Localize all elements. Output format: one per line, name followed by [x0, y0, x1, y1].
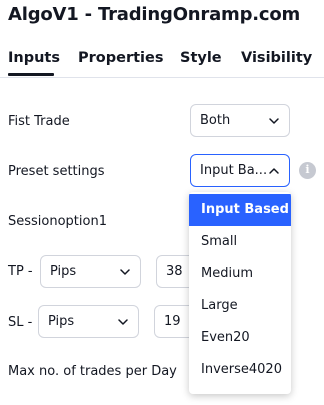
- chevron-down-icon: [120, 269, 130, 275]
- tp-unit-value: Pips: [50, 264, 77, 279]
- preset-settings-value: Input Ba...: [200, 163, 266, 178]
- tabs-divider: [0, 77, 324, 78]
- tp-value: 38: [166, 264, 183, 279]
- window-title: AlgoV1 - TradingOnramp.com: [8, 4, 301, 25]
- dropdown-option-input-based[interactable]: Input Based: [189, 194, 291, 226]
- dropdown-option-inverse4020[interactable]: Inverse4020: [189, 354, 291, 386]
- preset-settings-select[interactable]: Input Ba...: [190, 154, 290, 187]
- chevron-down-icon: [269, 118, 279, 124]
- chevron-up-icon: [269, 168, 279, 174]
- sl-unit-select[interactable]: Pips: [38, 305, 139, 338]
- info-icon[interactable]: i: [299, 162, 316, 179]
- dropdown-option-even20[interactable]: Even20: [189, 322, 291, 354]
- tp-label: TP -: [8, 264, 33, 279]
- dropdown-option-medium[interactable]: Medium: [189, 258, 291, 290]
- tab-visibility[interactable]: Visibility: [241, 50, 312, 66]
- sl-value: 19: [164, 314, 181, 329]
- max-trades-label: Max no. of trades per Day: [8, 364, 177, 379]
- tp-unit-select[interactable]: Pips: [40, 255, 141, 288]
- preset-dropdown-menu: Input Based Small Medium Large Even20 In…: [189, 192, 291, 394]
- sl-unit-value: Pips: [48, 314, 75, 329]
- sl-label: SL -: [8, 315, 33, 330]
- fist-trade-select[interactable]: Both: [190, 104, 290, 137]
- fist-trade-value: Both: [200, 113, 231, 128]
- sessionoption-label: Sessionoption1: [8, 214, 107, 229]
- preset-settings-label: Preset settings: [8, 164, 105, 179]
- chevron-down-icon: [118, 319, 128, 325]
- active-tab-indicator: [8, 73, 54, 76]
- settings-tabs: Inputs Properties Style Visibility: [0, 46, 324, 78]
- fist-trade-label: Fist Trade: [8, 114, 70, 129]
- dropdown-option-small[interactable]: Small: [189, 226, 291, 258]
- tab-style[interactable]: Style: [180, 50, 222, 66]
- tab-inputs[interactable]: Inputs: [8, 50, 60, 66]
- dropdown-option-large[interactable]: Large: [189, 290, 291, 322]
- tab-properties[interactable]: Properties: [78, 50, 163, 66]
